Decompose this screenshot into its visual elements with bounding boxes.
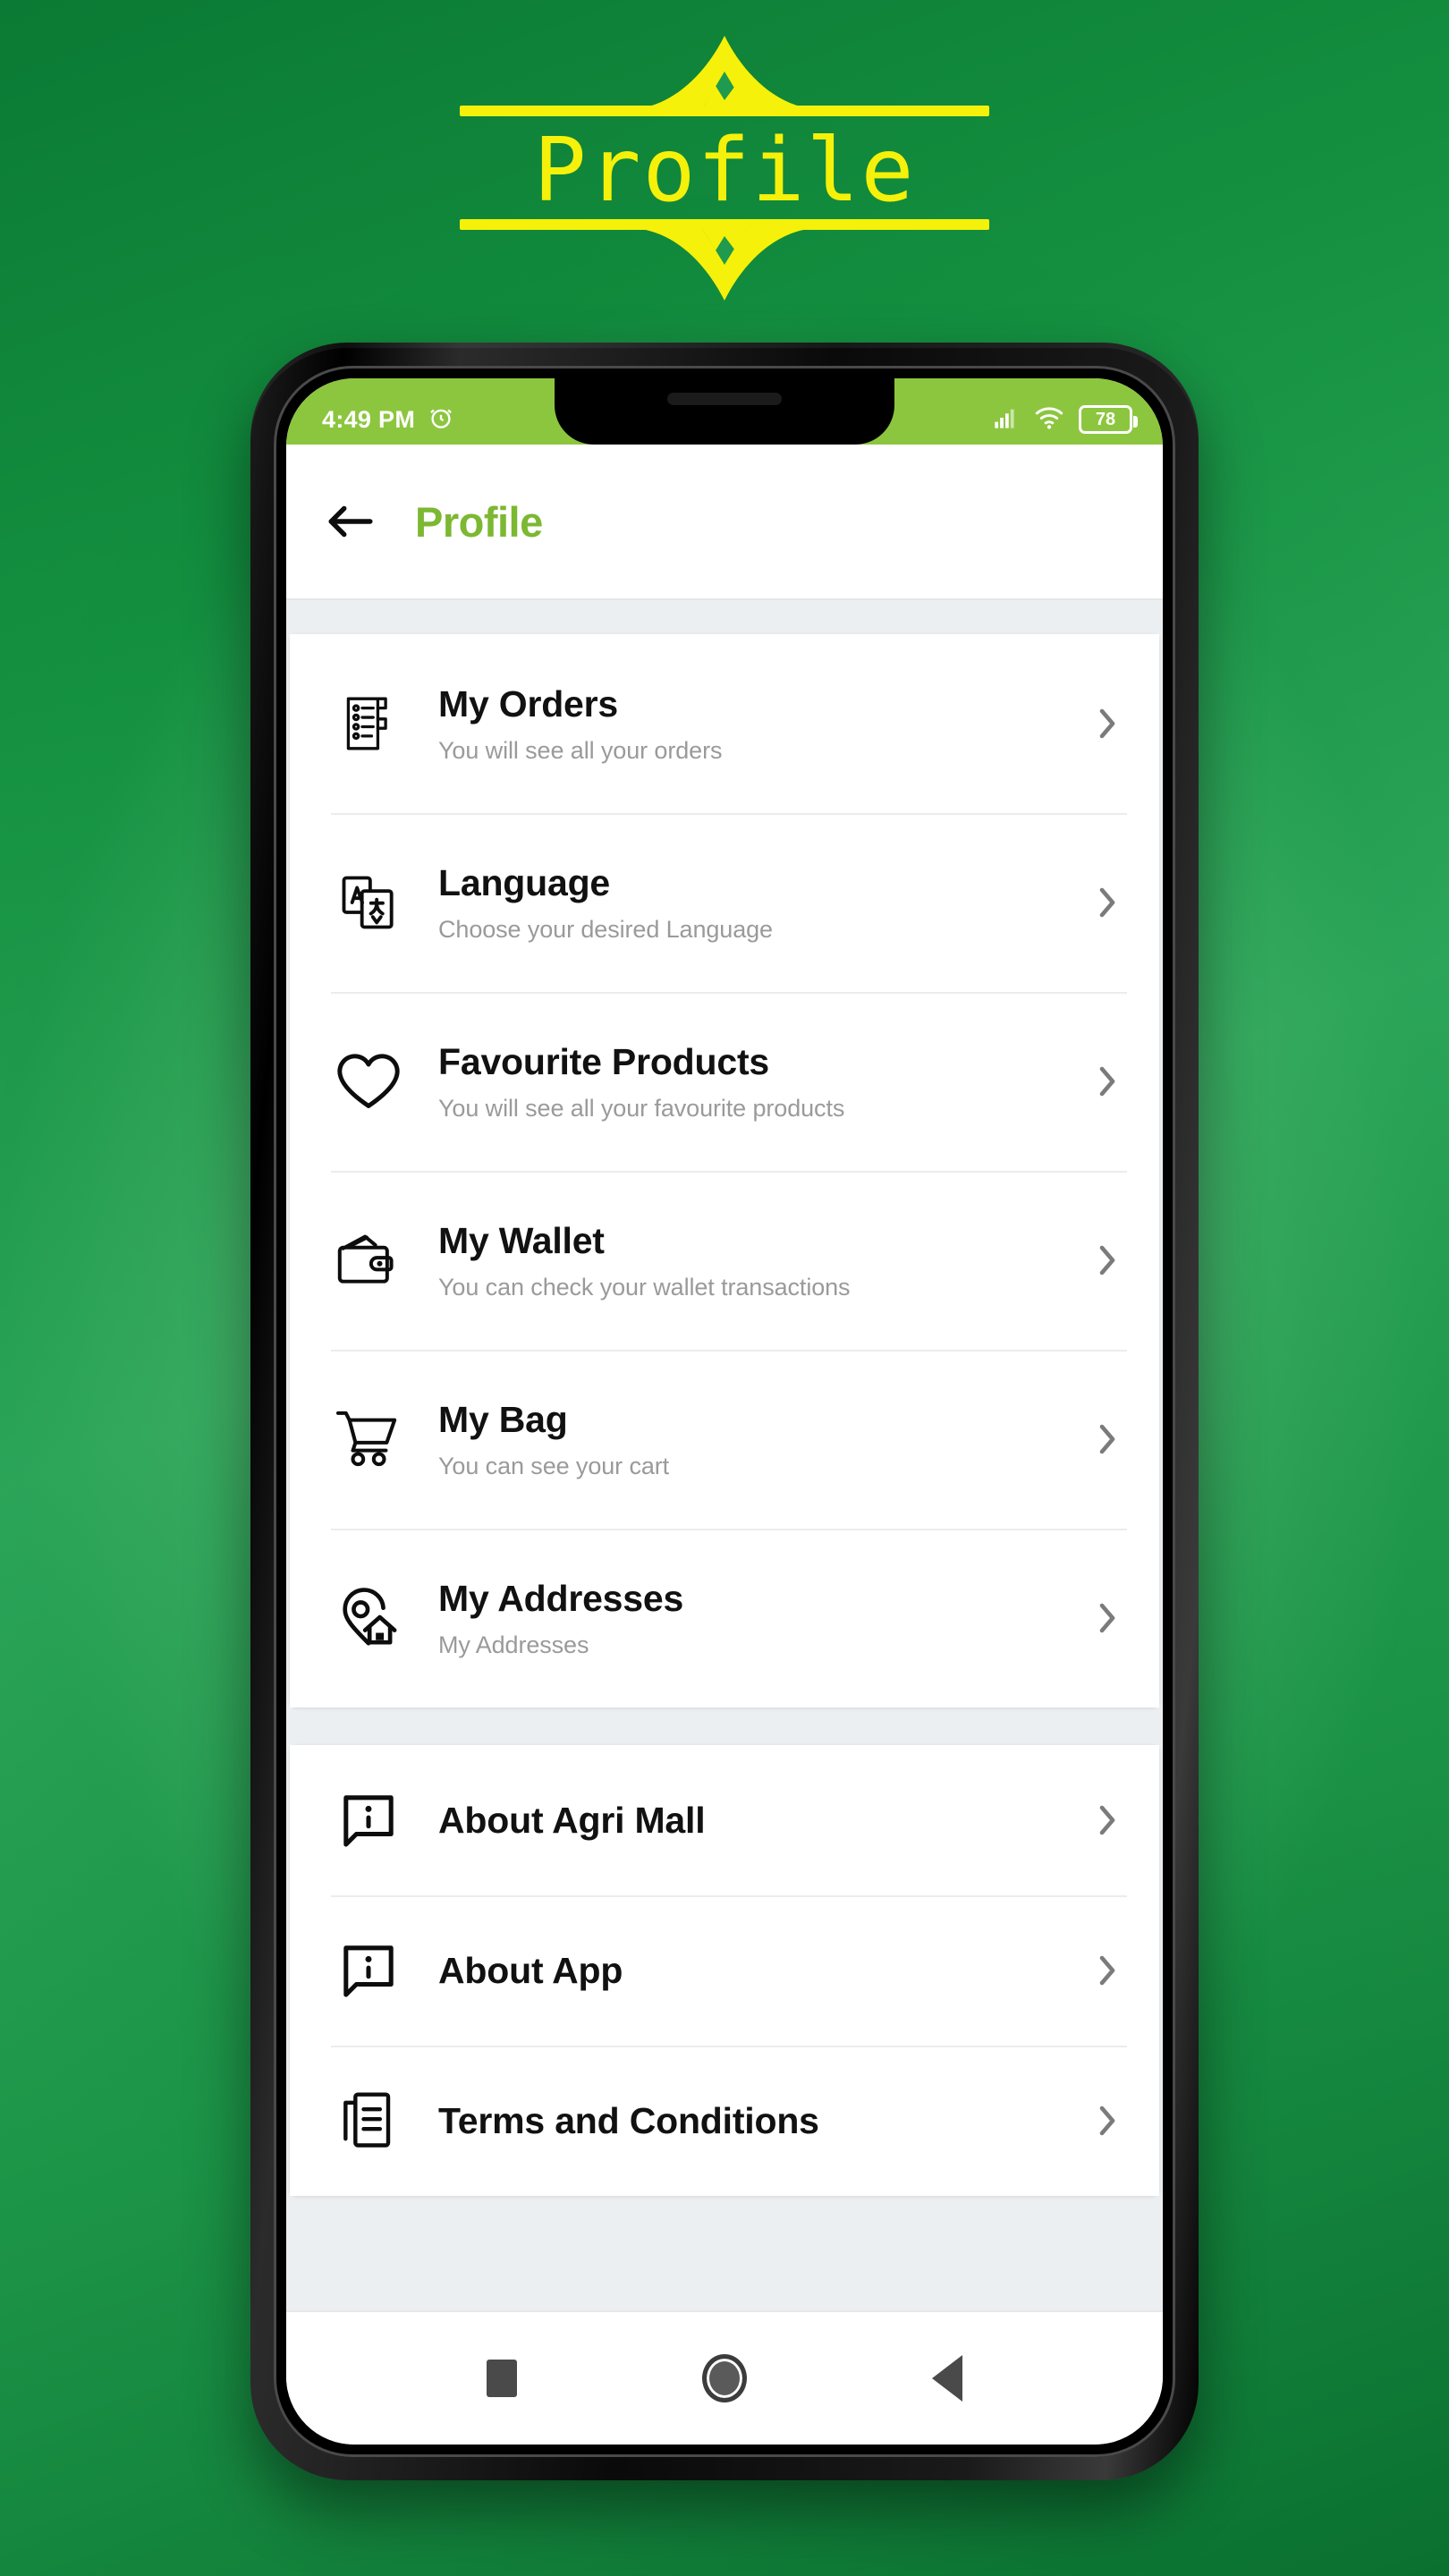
chevron-right-icon[interactable]: [1088, 1063, 1127, 1099]
status-time: 4:49 PM: [322, 405, 416, 433]
list-item-about-app[interactable]: About App: [290, 1895, 1159, 2046]
list-item-language[interactable]: Language Choose your desired Language: [290, 813, 1159, 992]
list-item-title: Favourite Products: [438, 1040, 770, 1082]
list-item-title: About Agri Mall: [438, 1799, 706, 1841]
android-nav-bar: [286, 2310, 1163, 2445]
chevron-right-icon[interactable]: [1088, 1802, 1127, 1838]
list-item-subtitle: You will see all your favourite products: [438, 1094, 845, 1122]
list-item-title: My Wallet: [438, 1219, 605, 1261]
list-item-about-agri-mall[interactable]: About Agri Mall: [290, 1745, 1159, 1895]
list-item-title: My Bag: [438, 1398, 568, 1440]
phone-screen: 4:49 PM 78 Profile My Orders You will se…: [286, 378, 1163, 2445]
list-item-subtitle: Choose your desired Language: [438, 915, 773, 943]
translate-icon: [331, 873, 406, 932]
info-bubble-icon: [331, 1792, 406, 1848]
chevron-right-icon[interactable]: [1088, 2103, 1127, 2139]
list-item-terms-and-conditions[interactable]: Terms and Conditions: [290, 2046, 1159, 2196]
page-title: Profile: [415, 497, 543, 546]
battery-indicator: 78: [1079, 405, 1138, 434]
list-item-subtitle: You can check your wallet transactions: [438, 1273, 851, 1301]
list-item-subtitle: My Addresses: [438, 1631, 589, 1658]
alarm-clock-icon: [428, 404, 454, 436]
back-triangle-icon[interactable]: [932, 2355, 963, 2402]
wifi-icon: [1034, 405, 1064, 435]
list-item-subtitle: You can see your cart: [438, 1452, 670, 1479]
list-item-my-wallet[interactable]: My Wallet You can check your wallet tran…: [290, 1171, 1159, 1350]
status-bar: 4:49 PM 78: [286, 378, 1163, 445]
orders-list-icon: [331, 694, 406, 753]
account-section: My Orders You will see all your orders L…: [290, 634, 1159, 1707]
page-banner: Profile: [385, 16, 1064, 320]
list-item-my-orders[interactable]: My Orders You will see all your orders: [290, 634, 1159, 813]
list-item-title: About App: [438, 1949, 623, 1991]
chevron-right-icon[interactable]: [1088, 1421, 1127, 1457]
wallet-icon: [331, 1232, 406, 1289]
earpiece-speaker: [667, 393, 782, 405]
chevron-right-icon[interactable]: [1088, 1242, 1127, 1278]
phone-mockup: 4:49 PM 78 Profile My Orders You will se…: [250, 343, 1199, 2480]
chevron-right-icon[interactable]: [1088, 1953, 1127, 1988]
list-item-title: My Addresses: [438, 1577, 684, 1619]
chevron-right-icon[interactable]: [1088, 706, 1127, 741]
shopping-cart-icon: [331, 1410, 406, 1469]
back-arrow-icon[interactable]: [326, 503, 374, 540]
list-item-favourite-products[interactable]: Favourite Products You will see all your…: [290, 992, 1159, 1171]
list-item-title: Language: [438, 861, 611, 903]
recents-square-icon[interactable]: [486, 2360, 517, 2397]
cellular-signal-icon: [991, 405, 1020, 435]
list-item-title: My Orders: [438, 682, 618, 724]
list-item-my-addresses[interactable]: My Addresses My Addresses: [290, 1529, 1159, 1707]
display-notch: [555, 378, 894, 445]
list-item-title: Terms and Conditions: [438, 2099, 819, 2141]
list-item-subtitle: You will see all your orders: [438, 736, 723, 764]
chevron-right-icon[interactable]: [1088, 1600, 1127, 1636]
profile-scroll-area[interactable]: My Orders You will see all your orders L…: [286, 600, 1163, 2310]
documents-icon: [331, 2091, 406, 2150]
home-circle-icon[interactable]: [701, 2354, 747, 2402]
chevron-right-icon[interactable]: [1088, 885, 1127, 920]
location-pin-home-icon: [331, 1587, 406, 1649]
banner-title: Profile: [533, 120, 915, 222]
list-item-my-bag[interactable]: My Bag You can see your cart: [290, 1350, 1159, 1529]
app-bar: Profile: [286, 445, 1163, 600]
phone-bezel: 4:49 PM 78 Profile My Orders You will se…: [274, 366, 1175, 2457]
heart-icon: [331, 1052, 406, 1111]
info-bubble-icon: [331, 1943, 406, 1998]
info-section: About Agri Mall About App Terms and Cond…: [290, 1745, 1159, 2196]
